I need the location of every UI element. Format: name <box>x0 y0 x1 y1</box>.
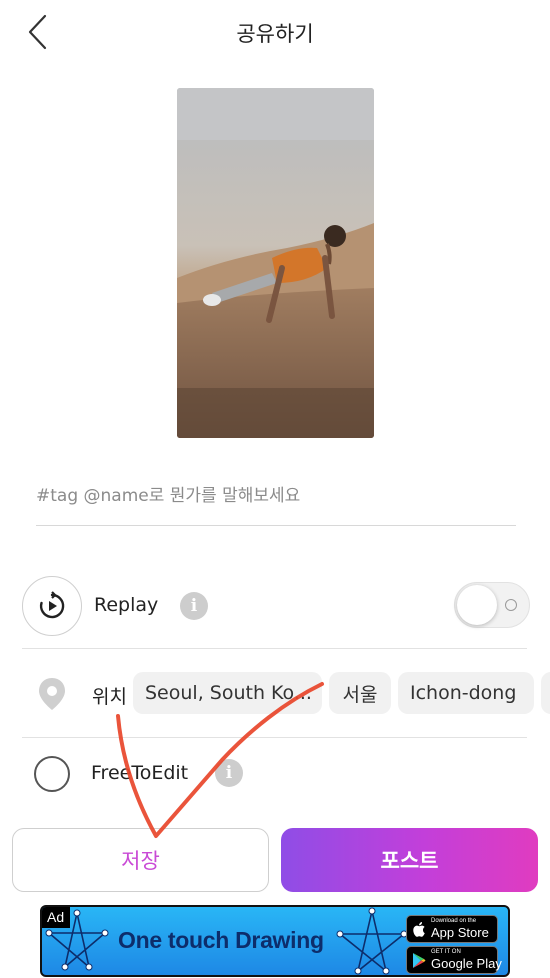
app-store-badge[interactable]: Download on the App Store <box>406 915 498 943</box>
location-chip[interactable]: Seoul, South Ko... <box>133 672 322 714</box>
location-row: 위치 Seoul, South Ko... 서울 Ichon-dong <box>0 666 550 722</box>
app-store-small: Download on the <box>431 918 477 924</box>
google-play-badge[interactable]: GET IT ON Google Play <box>406 946 502 974</box>
post-button[interactable]: 포스트 <box>281 828 538 892</box>
location-label: 위치 <box>92 686 127 708</box>
location-chip[interactable]: 서울 <box>329 672 391 714</box>
toggle-off-indicator <box>505 599 517 611</box>
ad-tag: Ad <box>42 907 71 928</box>
apple-icon <box>413 922 425 937</box>
location-pin-icon <box>39 678 65 710</box>
caption-input[interactable] <box>36 470 516 522</box>
ad-headline: One touch Drawing <box>118 927 324 953</box>
free-to-edit-checkbox[interactable] <box>34 756 70 792</box>
google-play-icon <box>413 953 426 968</box>
media-preview[interactable] <box>177 88 374 438</box>
replay-label: Replay <box>94 594 159 616</box>
free-to-edit-info-icon[interactable]: i <box>215 759 243 787</box>
google-play-small: GET IT ON <box>431 949 461 955</box>
google-play-big: Google Play <box>431 956 502 971</box>
replay-icon <box>39 591 65 619</box>
divider <box>22 648 527 649</box>
save-button[interactable]: 저장 <box>12 828 269 892</box>
replay-toggle[interactable] <box>454 582 530 628</box>
location-chip-overflow[interactable] <box>541 672 550 714</box>
divider <box>22 737 527 738</box>
toggle-knob <box>457 585 497 625</box>
preview-image <box>177 88 374 438</box>
replay-button[interactable] <box>22 576 82 636</box>
caption-field[interactable] <box>36 470 516 526</box>
free-to-edit-label: FreeToEdit <box>91 762 189 784</box>
replay-info-icon[interactable]: i <box>180 592 208 620</box>
free-to-edit-row: FreeToEdit i <box>34 754 534 794</box>
header-bar: 공유하기 <box>0 0 550 66</box>
ad-banner[interactable]: Ad One touch Drawing Download on the App… <box>40 905 510 977</box>
location-chip[interactable]: Ichon-dong <box>398 672 534 714</box>
replay-row: Replay i <box>22 576 532 636</box>
page-title: 공유하기 <box>236 22 314 46</box>
app-store-big: App Store <box>431 925 489 940</box>
